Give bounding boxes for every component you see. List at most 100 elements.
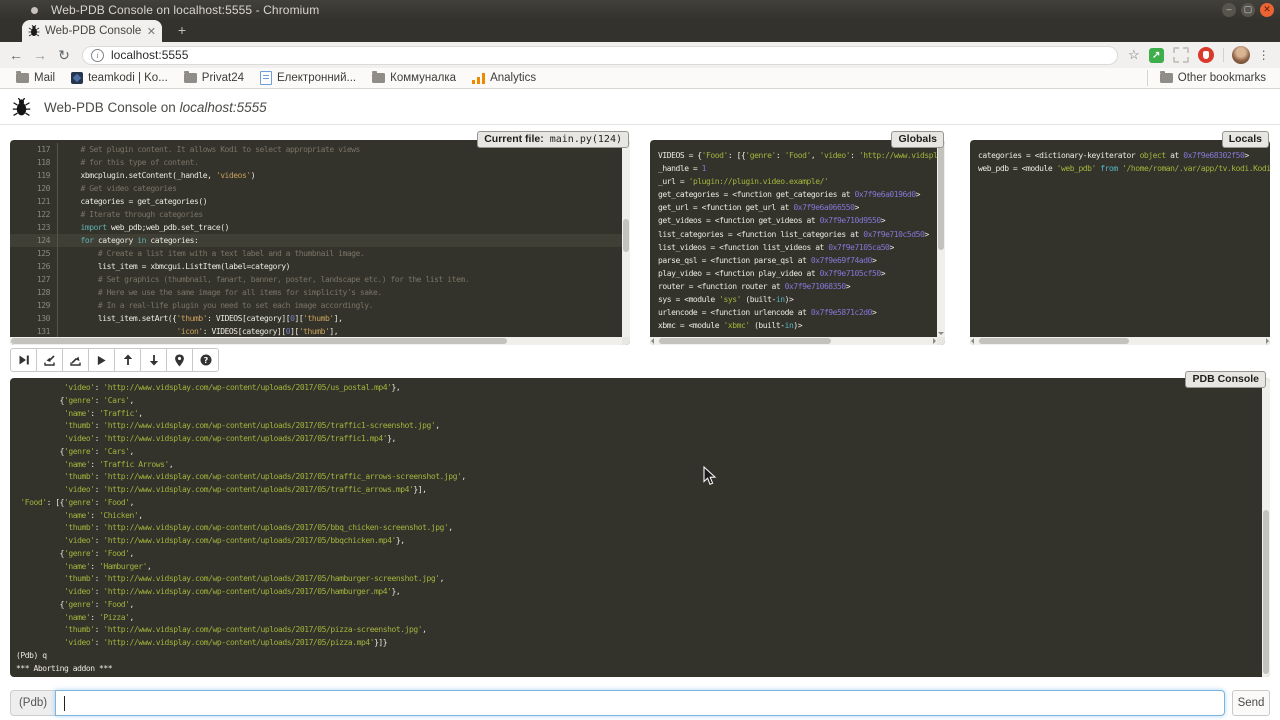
page-header: Web-PDB Console on localhost:5555 bbox=[0, 90, 1280, 124]
extension-disabled-icon[interactable] bbox=[1173, 47, 1189, 63]
code-horizontal-scrollbar[interactable] bbox=[10, 337, 622, 345]
mouse-cursor bbox=[703, 466, 717, 486]
bug-logo-icon bbox=[12, 98, 31, 117]
new-tab-button[interactable]: + bbox=[170, 23, 194, 39]
bookmarks-bar: Mail teamkodi | Ko... Privat24 Електронний.… bbox=[0, 68, 1280, 89]
up-button[interactable] bbox=[114, 348, 141, 372]
other-bookmarks[interactable]: Other bookmarks bbox=[1147, 70, 1280, 86]
forward-icon[interactable]: → bbox=[28, 47, 52, 63]
bookmark-item[interactable]: Privat24 bbox=[184, 72, 244, 84]
globals-panel: Globals VIDEOS = {'Food': [{'genre': 'Fo… bbox=[650, 131, 945, 345]
console-line: 'thumb': 'http://www.vidsplay.com/wp-con… bbox=[16, 522, 1264, 535]
page-title: Web-PDB Console on localhost:5555 bbox=[44, 100, 267, 115]
continue-button[interactable] bbox=[88, 348, 115, 372]
var-line: urlencode = <function urlencode at 0x7f9… bbox=[658, 306, 937, 319]
browser-tab[interactable]: Web-PDB Console on loca ✕ bbox=[22, 20, 162, 42]
next-button[interactable] bbox=[10, 348, 37, 372]
bookmark-item[interactable]: Analytics bbox=[472, 72, 536, 84]
bookmark-item[interactable]: Коммуналка bbox=[372, 72, 456, 84]
send-button[interactable]: Send bbox=[1232, 690, 1270, 716]
globals-lines: VIDEOS = {'Food': [{'genre': 'Food', 'vi… bbox=[650, 140, 945, 341]
page-info-icon[interactable]: i bbox=[91, 49, 104, 62]
header-divider bbox=[0, 124, 1280, 125]
code-line: 130 list_item.setArt({'thumb': VIDEOS[ca… bbox=[10, 312, 630, 325]
code-line: 120 # Get video categories bbox=[10, 182, 630, 195]
down-button[interactable] bbox=[140, 348, 167, 372]
var-line: router = <function router at 0x7f9e71068… bbox=[658, 280, 937, 293]
var-line: get_url = <function get_url at 0x7f9e6a0… bbox=[658, 201, 937, 214]
minimize-button[interactable]: – bbox=[1222, 3, 1236, 17]
tab-title: Web-PDB Console on loca bbox=[45, 25, 143, 37]
code-line: 118 # for this type of content. bbox=[10, 156, 630, 169]
browser-window: Web-PDB Console on localhost:5555 - Chro… bbox=[0, 0, 1280, 720]
close-button[interactable]: ✕ bbox=[1260, 3, 1274, 17]
console-line: *** Aborting addon *** bbox=[16, 663, 1264, 676]
log-in-icon bbox=[43, 354, 56, 367]
step-button[interactable] bbox=[36, 348, 63, 372]
code-line: 122 # Iterate through categories bbox=[10, 208, 630, 221]
browser-menu-icon[interactable]: ⋮ bbox=[1258, 48, 1270, 62]
code-line: 124 for category in categories: bbox=[10, 234, 630, 247]
var-line: parse_qsl = <function parse_qsl at 0x7f9… bbox=[658, 254, 937, 267]
kodi-icon bbox=[71, 72, 83, 84]
bug-favicon bbox=[28, 25, 40, 37]
command-input-row: (Pdb) Send bbox=[10, 690, 1270, 716]
console-line: 'thumb': 'http://www.vidsplay.com/wp-con… bbox=[16, 573, 1264, 586]
command-input[interactable] bbox=[55, 690, 1225, 716]
code-line: 129 # In a real-life plugin you need to … bbox=[10, 299, 630, 312]
console-line: 'video': 'http://www.vidsplay.com/wp-con… bbox=[16, 433, 1264, 446]
locals-panel: Locals categories = <dictionary-keyitera… bbox=[970, 131, 1270, 345]
bookmark-item[interactable]: Електронний... bbox=[260, 71, 356, 85]
locals-horizontal-scrollbar[interactable] bbox=[970, 337, 1270, 345]
console-line: 'name': 'Chicken', bbox=[16, 510, 1264, 523]
doc-icon bbox=[260, 71, 272, 85]
bookmark-item[interactable]: Mail bbox=[16, 72, 55, 84]
current-file-label: Current file: main.py(124) bbox=[477, 131, 629, 148]
console-line: 'thumb': 'http://www.vidsplay.com/wp-con… bbox=[16, 624, 1264, 637]
bookmark-star-icon[interactable]: ☆ bbox=[1128, 47, 1140, 63]
globals-vertical-scrollbar[interactable] bbox=[937, 140, 945, 337]
console-line: 'thumb': 'http://www.vidsplay.com/wp-con… bbox=[16, 471, 1264, 484]
bookmarks-list: Mail teamkodi | Ko... Privat24 Електронний.… bbox=[0, 71, 536, 85]
maximize-button[interactable]: ▢ bbox=[1241, 3, 1255, 17]
code-line: 121 categories = get_categories() bbox=[10, 195, 630, 208]
extension-blocker-icon[interactable] bbox=[1198, 47, 1214, 63]
tab-close-icon[interactable]: ✕ bbox=[147, 25, 156, 38]
var-line: play_video = <function play_video at 0x7… bbox=[658, 267, 937, 280]
bookmark-label: Електронний... bbox=[277, 72, 356, 84]
log-out-icon bbox=[69, 354, 82, 367]
back-icon[interactable]: ← bbox=[4, 47, 28, 63]
where-button[interactable] bbox=[166, 348, 193, 372]
console-line: 'video': 'http://www.vidsplay.com/wp-con… bbox=[16, 382, 1264, 395]
step-forward-icon bbox=[18, 354, 30, 366]
console-line: 'video': 'http://www.vidsplay.com/wp-con… bbox=[16, 484, 1264, 497]
profile-avatar[interactable] bbox=[1232, 46, 1250, 64]
play-icon bbox=[96, 355, 107, 366]
globals-horizontal-scrollbar[interactable] bbox=[650, 337, 937, 345]
var-line: xbmc = <module 'xbmc' (built-in)> bbox=[658, 319, 937, 332]
var-line: categories = <dictionary-keyiterator obj… bbox=[978, 149, 1262, 162]
reload-icon[interactable]: ↻ bbox=[52, 47, 76, 64]
current-file-panel: Current file: main.py(124) 117 # Set plu… bbox=[10, 131, 630, 345]
address-bar[interactable]: i localhost:5555 bbox=[82, 46, 1118, 65]
code-line: 126 list_item = xbmcgui.ListItem(label=c… bbox=[10, 260, 630, 273]
console-vertical-scrollbar[interactable] bbox=[1262, 378, 1270, 677]
console-output: 'video': 'http://www.vidsplay.com/wp-con… bbox=[10, 378, 1270, 677]
folder-icon bbox=[372, 73, 385, 83]
help-button[interactable]: ? bbox=[192, 348, 219, 372]
extension-green-icon[interactable]: ↗ bbox=[1149, 48, 1164, 63]
arrow-up-icon bbox=[122, 354, 134, 366]
var-line: VIDEOS = {'Food': [{'genre': 'Food', 'vi… bbox=[658, 149, 937, 162]
var-line: get_categories = <function get_categorie… bbox=[658, 188, 937, 201]
window-title: Web-PDB Console on localhost:5555 - Chro… bbox=[51, 3, 319, 17]
console-line: 'name': 'Traffic', bbox=[16, 408, 1264, 421]
code-vertical-scrollbar[interactable] bbox=[622, 140, 630, 337]
return-button[interactable] bbox=[62, 348, 89, 372]
var-line: sys = <module 'sys' (built-in)> bbox=[658, 293, 937, 306]
var-line: get_videos = <function get_videos at 0x7… bbox=[658, 214, 937, 227]
url-text: localhost:5555 bbox=[111, 48, 188, 62]
code-line: 127 # Set graphics (thumbnail, fanart, b… bbox=[10, 273, 630, 286]
bookmark-item[interactable]: teamkodi | Ko... bbox=[71, 72, 168, 84]
var-line: _url = 'plugin://plugin.video.example/' bbox=[658, 175, 937, 188]
console-line: (Pdb) q bbox=[16, 650, 1264, 663]
